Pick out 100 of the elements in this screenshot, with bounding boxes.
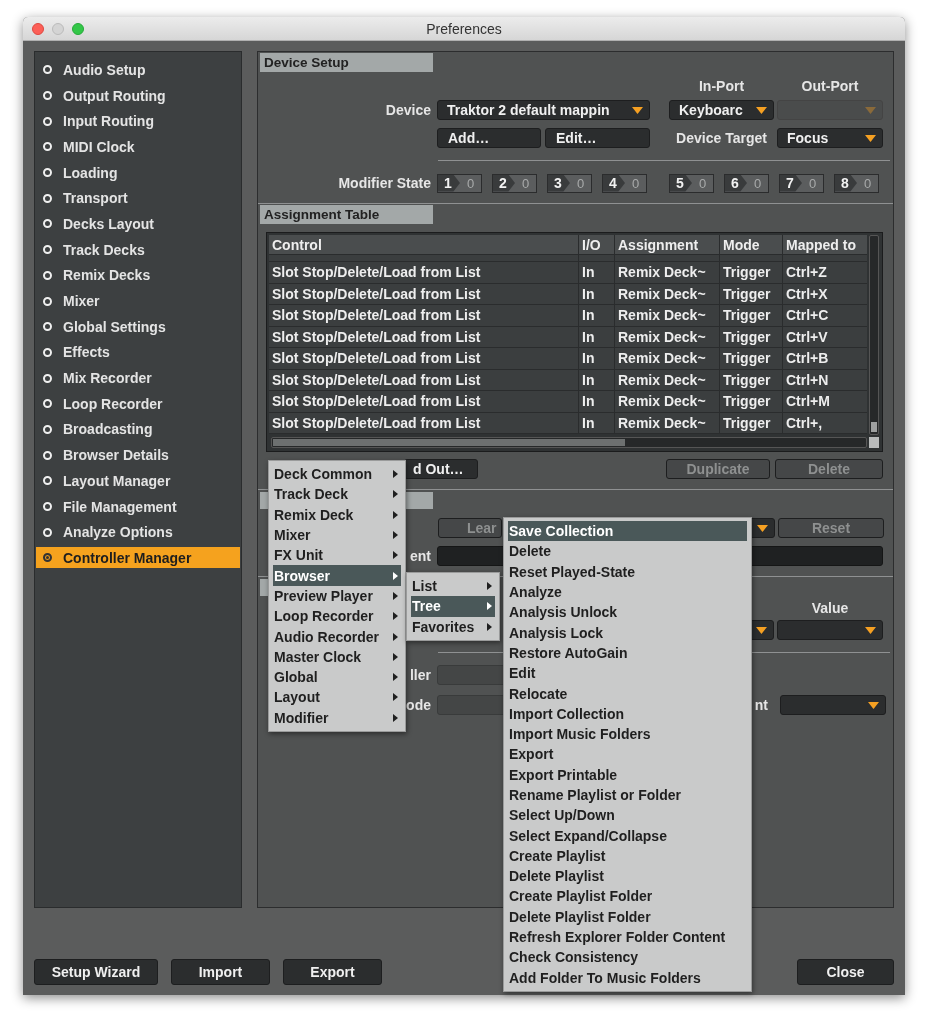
sidebar-item[interactable]: Input Routing [36,108,240,135]
scrollbar[interactable] [271,437,867,448]
menu-item[interactable]: Global [273,666,401,688]
menu-item[interactable]: Remix Deck [273,504,401,525]
modifier-number: 6 [725,174,747,192]
column-header[interactable]: Mode [720,235,783,254]
sidebar-item[interactable]: File Management [36,493,240,520]
sidebar-item[interactable]: Track Decks [36,236,240,263]
dropdown[interactable] [780,695,886,715]
menu-item[interactable]: Delete Playlist [508,866,747,887]
dropdown-arrow-icon [865,626,876,634]
menu-item[interactable]: Layout [273,687,401,708]
close-button[interactable] [32,22,44,35]
button[interactable]: Close [797,959,894,985]
menu-item[interactable]: Rename Playlist or Folder [508,784,747,806]
sidebar-item[interactable]: Analyze Options [36,519,240,546]
menu-item[interactable]: Preview Player [273,585,401,607]
menu-item[interactable]: Tree [411,596,495,617]
sidebar-item[interactable]: Decks Layout [36,211,240,237]
sidebar-item[interactable]: Layout Manager [36,468,240,494]
menu-item[interactable]: Edit [508,663,747,684]
menu-item[interactable]: Add Folder To Music Folders [508,967,747,988]
menu-item[interactable]: Save Collection [508,521,747,542]
menu-item[interactable]: Audio Recorder [273,626,401,647]
menu-item[interactable]: Reset Played-State [508,561,747,582]
menu-item[interactable]: Delete [508,541,747,562]
sidebar-item[interactable]: Mix Recorder [36,365,240,391]
table-cell: Slot Stop/Delete/Load from List [269,391,579,412]
sidebar-item[interactable]: Effects [36,339,240,366]
menu-item[interactable]: Mixer [273,524,401,546]
menu-item[interactable]: Restore AutoGain [508,642,747,664]
button[interactable]: Export [283,959,382,985]
table-row[interactable]: Slot Stop/Delete/Load from List In Remix Deck~ Trigger Ctrl+B [269,348,867,370]
menu-item[interactable]: Deck Common [273,464,401,485]
dropdown[interactable]: Traktor 2 default mappin [437,100,650,120]
table-row[interactable]: Slot Stop/Delete/Load from List In Remix Deck~ Trigger Ctrl+, [269,412,867,434]
sidebar-item[interactable]: Global Settings [36,313,240,340]
sidebar-item[interactable]: Transport [36,185,240,212]
radio-icon [43,527,52,537]
scroll-thumb[interactable] [273,439,625,446]
table-row[interactable]: Slot Stop/Delete/Load from List In Remix Deck~ Trigger Ctrl+X [269,283,867,305]
menu-item[interactable]: Loop Recorder [273,606,401,627]
button[interactable]: Import [171,959,270,985]
menu-item[interactable]: Select Up/Down [508,805,747,826]
sidebar-item[interactable]: Loop Recorder [36,390,240,417]
zoom-button[interactable] [72,22,84,35]
column-header[interactable]: I/O [579,235,615,254]
button[interactable]: Add… [437,128,541,148]
radio-icon [43,347,52,357]
menu-item[interactable]: FX Unit [273,545,401,566]
table-cell: Trigger [720,283,783,304]
table-cell: Slot Stop/Delete/Load from List [269,326,579,347]
table-row[interactable]: Slot Stop/Delete/Load from List In Remix Deck~ Trigger Ctrl+V [269,326,867,348]
menu-item[interactable]: Create Playlist [508,845,747,867]
sidebar-item[interactable]: Audio Setup [36,57,240,83]
scrollbar[interactable] [869,235,879,435]
menu-item[interactable]: Analysis Unlock [508,602,747,623]
menu-item[interactable]: Check Consistency [508,947,747,968]
table-row[interactable]: Slot Stop/Delete/Load from List In Remix Deck~ Trigger Ctrl+N [269,369,867,391]
menu-item[interactable]: Create Playlist Folder [508,886,747,907]
menu-item[interactable]: Master Clock [273,646,401,667]
menu-item[interactable]: Track Deck [273,484,401,505]
sidebar-item[interactable]: Loading [36,159,240,186]
sidebar-item[interactable]: Remix Decks [36,262,240,289]
menu-item[interactable]: Analyze [508,581,747,603]
scroll-thumb[interactable] [871,422,877,432]
column-header[interactable]: Control [269,235,579,254]
sidebar-item[interactable]: Browser Details [36,442,240,468]
table-row[interactable]: Slot Stop/Delete/Load from List In Remix Deck~ Trigger Ctrl+C [269,305,867,327]
sidebar-item[interactable]: MIDI Clock [36,134,240,160]
menu-item[interactable]: Favorites [411,616,495,637]
column-header[interactable]: Assignment [615,235,720,254]
button[interactable]: Edit… [545,128,650,148]
button[interactable]: d Out… [404,459,478,479]
menu-item[interactable]: Import Collection [508,703,747,724]
column-header[interactable]: Mapped to [783,235,867,254]
sidebar-item[interactable]: Controller Manager [36,547,240,569]
dropdown[interactable]: Focus [777,128,883,148]
menu-item[interactable]: Import Music Folders [508,723,747,745]
menu-item[interactable]: Select Expand/Collapse [508,825,747,846]
menu-item[interactable]: Export Printable [508,764,747,785]
menu-item[interactable]: Refresh Explorer Folder Content [508,926,747,948]
sidebar-item[interactable]: Output Routing [36,82,240,109]
menu-item[interactable]: Export [508,744,747,765]
sidebar-item[interactable]: Mixer [36,288,240,314]
button[interactable]: Setup Wizard [34,959,158,985]
sidebar-item[interactable]: Broadcasting [36,416,240,443]
radio-icon [43,502,52,512]
menu-item[interactable]: Relocate [508,683,747,704]
menu-item[interactable]: Delete Playlist Folder [508,906,747,927]
minimize-button[interactable] [52,22,64,35]
dropdown[interactable] [777,620,883,640]
dropdown[interactable]: Keyboarc [669,100,774,120]
menu-item[interactable]: Analysis Lock [508,622,747,643]
table-cell: In [579,326,615,347]
menu-item[interactable]: List [411,576,495,597]
table-row[interactable]: Slot Stop/Delete/Load from List In Remix Deck~ Trigger Ctrl+Z [269,262,867,284]
menu-item[interactable]: Modifier [273,707,401,728]
table-row[interactable]: Slot Stop/Delete/Load from List In Remix Deck~ Trigger Ctrl+M [269,391,867,413]
menu-item[interactable]: Browser [273,565,401,586]
